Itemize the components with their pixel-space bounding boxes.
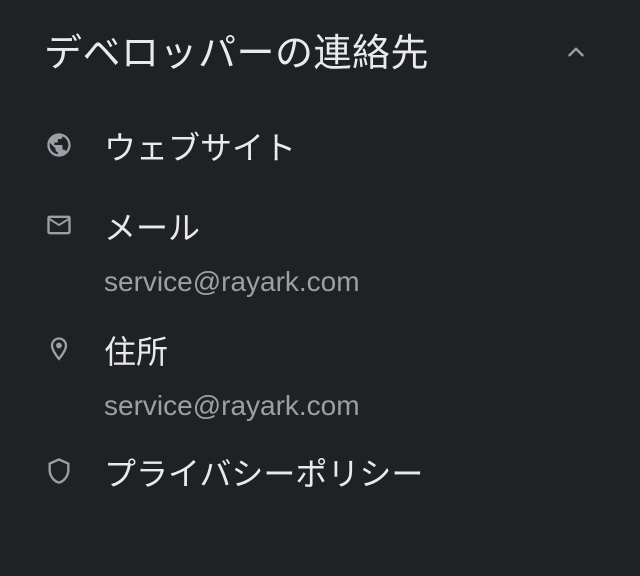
section-header[interactable]: デベロッパーの連絡先 xyxy=(44,24,604,80)
address-label: 住所 xyxy=(104,333,169,371)
website-label: ウェブサイト xyxy=(104,129,297,167)
location-pin-icon xyxy=(44,334,74,364)
address-item[interactable]: 住所 service@rayark.com xyxy=(0,330,640,430)
privacy-policy-label: プライバシーポリシー xyxy=(104,455,424,493)
globe-icon xyxy=(44,130,74,160)
email-link[interactable]: メール service@rayark.com xyxy=(0,206,640,306)
developer-contact-panel: デベロッパーの連絡先 ウェブサイト メール service@rayark.com xyxy=(0,0,640,576)
privacy-policy-link[interactable]: プライバシーポリシー xyxy=(0,452,640,500)
mail-icon xyxy=(44,210,74,240)
email-value: service@rayark.com xyxy=(104,266,360,297)
shield-icon xyxy=(44,456,74,486)
section-title: デベロッパーの連絡先 xyxy=(44,31,430,75)
website-link[interactable]: ウェブサイト xyxy=(0,126,640,174)
address-value: service@rayark.com xyxy=(104,390,360,421)
email-label: メール xyxy=(104,209,201,247)
chevron-up-icon xyxy=(568,47,584,57)
collapse-button[interactable] xyxy=(556,32,596,72)
